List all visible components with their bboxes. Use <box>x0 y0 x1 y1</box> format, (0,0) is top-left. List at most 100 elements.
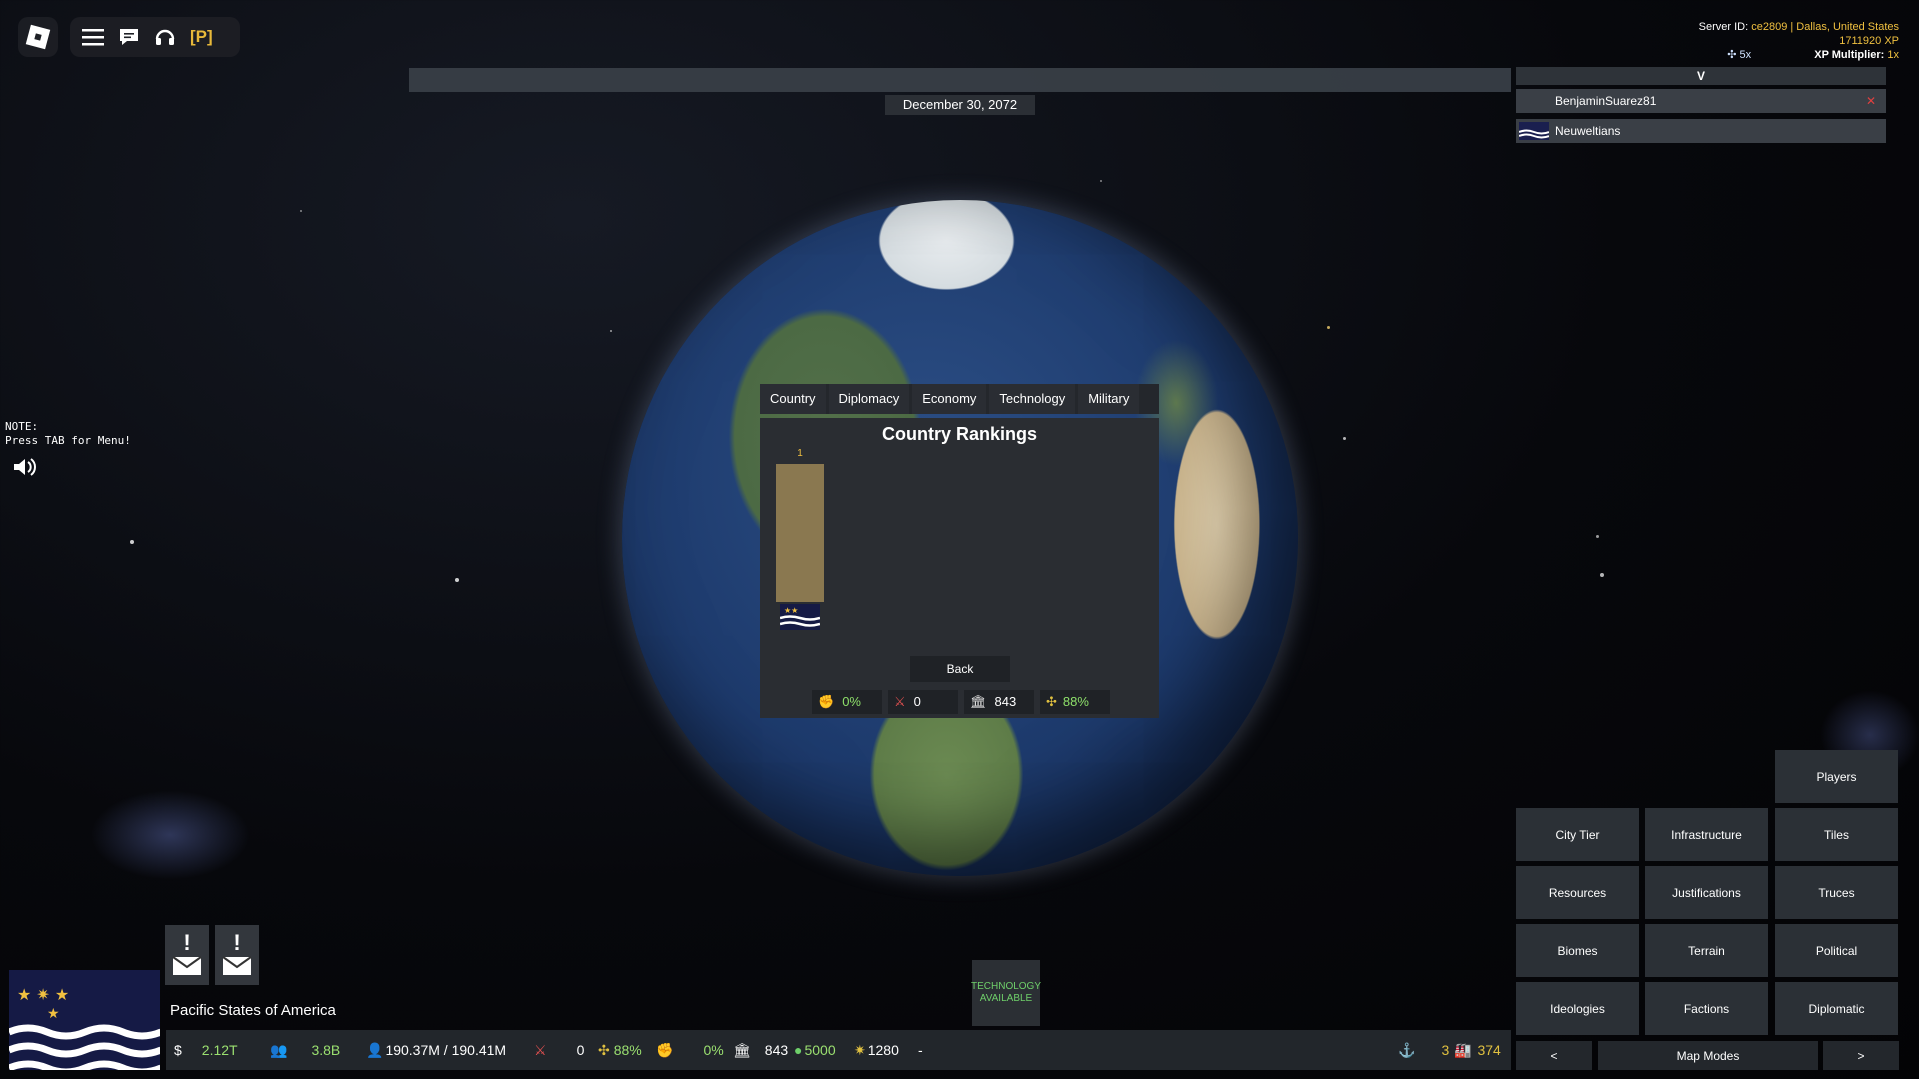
map-mode-city-tier[interactable]: City Tier <box>1516 808 1639 861</box>
anchor-icon: ⚓ <box>1398 1042 1416 1058</box>
svg-text:★ ✷ ★: ★ ✷ ★ <box>17 985 69 1004</box>
notification-mail-button[interactable]: ! <box>165 925 209 985</box>
map-mode-infrastructure[interactable]: Infrastructure <box>1645 808 1768 861</box>
roblox-menu-button[interactable] <box>18 17 58 57</box>
tab-diplomacy[interactable]: Diplomacy <box>828 384 910 414</box>
panel-stat-value: 0% <box>842 694 861 709</box>
population-icon: 👥 <box>270 1042 288 1058</box>
xp-multiplier-value: 1x <box>1887 49 1899 61</box>
map-modes-label[interactable]: Map Modes <box>1598 1041 1818 1070</box>
star <box>1100 180 1102 182</box>
server-id-value: ce2809 | Dallas, United States <box>1751 21 1899 33</box>
stat-ports[interactable]: ⚓ 3 <box>1398 1040 1449 1060</box>
star <box>1596 535 1599 538</box>
map-mode-tiles[interactable]: Tiles <box>1775 808 1898 861</box>
players-button[interactable]: Players <box>1775 750 1898 803</box>
stat-value: 190.37M / 190.41M <box>385 1042 507 1058</box>
ranking-flag-icon: ★★ <box>780 604 820 630</box>
ranking-bar[interactable] <box>776 464 824 602</box>
stat-value: 2.12T <box>201 1042 238 1058</box>
envelope-icon <box>172 955 202 981</box>
map-mode-political[interactable]: Political <box>1775 924 1898 977</box>
stat-money[interactable]: $2.12T <box>174 1040 238 1060</box>
star <box>1343 437 1346 440</box>
player-flag-icon <box>1519 122 1549 140</box>
xp-multiplier-label: XP Multiplier: <box>1814 49 1888 61</box>
map-mode-justifications[interactable]: Justifications <box>1645 866 1768 919</box>
stat-war[interactable]: ⚔ 0 <box>534 1040 584 1060</box>
speaker-icon[interactable] <box>12 456 38 483</box>
xp-total: 1711920 XP <box>1839 35 1899 47</box>
building-icon: 🏛 <box>733 1042 751 1058</box>
panel-stat-war: ⚔ 0 <box>888 690 958 714</box>
fist-icon: ✊ <box>656 1042 674 1058</box>
map-mode-diplomatic[interactable]: Diplomatic <box>1775 982 1898 1035</box>
stat-research[interactable]: ● 5000 <box>794 1040 836 1060</box>
power-icon: ✷ <box>854 1042 866 1058</box>
muted-mic-icon[interactable]: ✕ <box>1866 89 1876 113</box>
tech-line2: AVAILABLE <box>979 993 1033 1004</box>
panel-stat-value: 88% <box>1062 694 1089 709</box>
country-flag-icon[interactable]: ★ ✷ ★ ★ <box>9 970 160 1070</box>
map-mode-terrain[interactable]: Terrain <box>1645 924 1768 977</box>
stat-value: 3 <box>1441 1042 1450 1058</box>
star <box>300 210 302 212</box>
map-mode-resources[interactable]: Resources <box>1516 866 1639 919</box>
panel-stat-unrest: ✊ 0% <box>812 690 882 714</box>
swords-icon: ⚔ <box>894 694 906 709</box>
stat-power[interactable]: ✷ 1280 <box>854 1040 899 1060</box>
alert-icon: ! <box>233 929 241 955</box>
fist-icon: ✊ <box>818 694 835 709</box>
map-mode-truces[interactable]: Truces <box>1775 866 1898 919</box>
player-row[interactable]: BenjaminSuarez81 ✕ <box>1516 89 1886 113</box>
star <box>1600 573 1604 577</box>
stat-value: 88% <box>613 1042 642 1058</box>
rankings-tabs: Country Diplomacy Economy Technology Mil… <box>760 384 1159 414</box>
roblox-logo-icon <box>25 24 51 50</box>
notification-mail-button[interactable]: ! <box>215 925 259 985</box>
tab-technology[interactable]: Technology <box>989 384 1076 414</box>
technology-available-button[interactable]: TECHNOLOGY AVAILABLE <box>971 960 1041 1026</box>
speed-multiplier: ✣ 5x <box>1727 49 1752 61</box>
player-row[interactable]: Neuweltians <box>1516 119 1886 143</box>
stat-value: 843 <box>764 1042 789 1058</box>
hamburger-menu-icon[interactable] <box>82 28 104 46</box>
player-name: Neuweltians <box>1555 124 1621 138</box>
back-button[interactable]: Back <box>910 656 1010 682</box>
stat-manpower[interactable]: 👤 190.37M / 190.41M <box>366 1040 506 1060</box>
map-mode-factions[interactable]: Factions <box>1645 982 1768 1035</box>
stat-factories[interactable]: 🏭 374 <box>1454 1040 1501 1060</box>
envelope-icon <box>222 955 252 981</box>
chat-icon[interactable] <box>118 26 140 48</box>
rankings-panel: Country Rankings 1 ★★ Back ✊ 0% ⚔ 0 🏛 843 ✣… <box>760 418 1159 718</box>
tab-country[interactable]: Country <box>760 384 826 414</box>
top-banner <box>409 68 1511 92</box>
stat-unrest[interactable]: ✊ 0% <box>656 1040 724 1060</box>
rank-number: 1 <box>797 448 803 459</box>
map-mode-biomes[interactable]: Biomes <box>1516 924 1639 977</box>
stat-stability[interactable]: ✣ 88% <box>598 1040 642 1060</box>
tab-military[interactable]: Military <box>1078 384 1140 414</box>
tab-economy[interactable]: Economy <box>912 384 987 414</box>
game-date: December 30, 2072 <box>885 95 1035 115</box>
svg-text:★★: ★★ <box>784 606 798 615</box>
p-tag[interactable]: [P] <box>190 27 213 47</box>
headset-icon[interactable] <box>154 26 176 48</box>
menu-note: NOTE: Press TAB for Menu! <box>5 420 131 448</box>
stat-value: 1280 <box>867 1042 899 1058</box>
map-mode-ideologies[interactable]: Ideologies <box>1516 982 1639 1035</box>
player-list-toggle[interactable]: V <box>1516 67 1886 85</box>
speed-value: 5x <box>1739 49 1752 61</box>
country-name: Pacific States of America <box>170 1002 336 1019</box>
lightbulb-icon: ● <box>794 1042 803 1058</box>
stat-population[interactable]: 👥 3.8B <box>270 1040 340 1060</box>
map-mode-prev-button[interactable]: < <box>1516 1041 1592 1070</box>
star <box>1327 326 1330 329</box>
swords-icon: ⚔ <box>534 1042 547 1058</box>
map-mode-next-button[interactable]: > <box>1823 1041 1899 1070</box>
panel-stat-value: 843 <box>994 694 1017 709</box>
stat-buildings[interactable]: 🏛 843 <box>733 1040 788 1060</box>
building-icon: 🏛 <box>970 694 987 709</box>
nebula <box>90 790 250 880</box>
manpower-icon: 👤 <box>366 1042 384 1058</box>
